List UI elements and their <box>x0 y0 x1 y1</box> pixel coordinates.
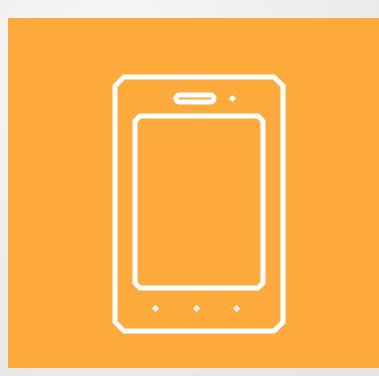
button-dot-left <box>151 304 160 313</box>
button-dot-center <box>192 304 201 313</box>
button-dot-right <box>232 304 241 313</box>
speaker-slot <box>173 92 217 105</box>
tablet-icon <box>112 74 286 334</box>
tablet-screen <box>132 113 266 291</box>
camera-dot <box>228 94 237 103</box>
